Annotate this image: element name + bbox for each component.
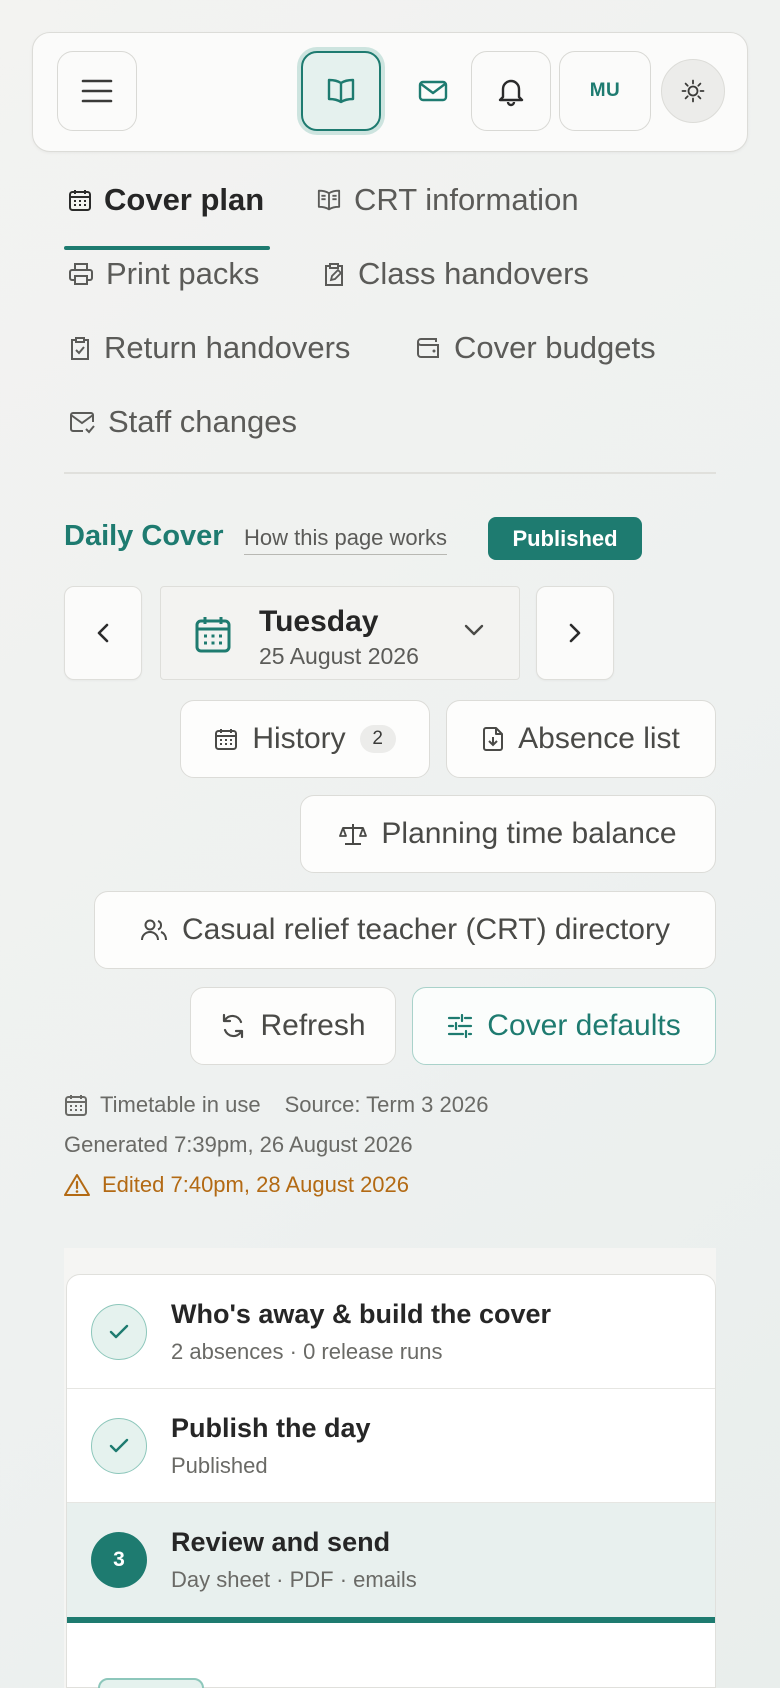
scale-icon: [339, 824, 368, 845]
tab-label: Cover plan: [104, 182, 265, 217]
warning-icon: [64, 1174, 90, 1196]
wallet-icon: [417, 338, 439, 358]
planning-time-balance-button[interactable]: Planning time balance: [300, 795, 716, 873]
timetable-label: Timetable in use: [100, 1092, 261, 1117]
step-number: 3: [91, 1532, 147, 1588]
file-download-icon: [483, 727, 504, 751]
bell-icon: [498, 79, 524, 107]
menu-icon: [81, 79, 113, 103]
edited-timestamp: Edited 7:40pm, 28 August 2026: [102, 1172, 410, 1197]
selected-day: Tuesday: [259, 605, 379, 638]
sliders-icon: [448, 1014, 473, 1038]
history-label: History: [252, 722, 346, 755]
step-title: Publish the day: [171, 1413, 371, 1443]
tab-label: Print packs: [106, 256, 260, 291]
notifications-button[interactable]: [471, 51, 551, 131]
calendar-icon: [195, 617, 231, 653]
planning-time-balance-label: Planning time balance: [381, 817, 677, 850]
tab-crt-information[interactable]: CRT information: [316, 170, 579, 230]
check-icon: [109, 1438, 129, 1453]
page-title: Daily Cover: [64, 520, 224, 552]
step-build-cover[interactable]: Who's away & build the cover 2 absences …: [67, 1275, 715, 1389]
check-icon: [109, 1324, 129, 1339]
tab-return-handovers[interactable]: Return handovers: [68, 318, 350, 378]
step-title: Who's away & build the cover: [171, 1299, 551, 1329]
step-subtitle: Day sheet · PDF · emails: [171, 1567, 417, 1592]
tabs-divider: [64, 472, 716, 474]
timetable-source: Source: Term 3 2026: [284, 1092, 489, 1117]
chevron-left-icon: [97, 623, 109, 643]
clipboard-edit-icon: [325, 263, 343, 286]
calendar-icon: [69, 190, 91, 211]
history-button[interactable]: History 2: [180, 700, 430, 778]
top-bar: MU: [32, 32, 748, 152]
refresh-label: Refresh: [260, 1009, 366, 1042]
edited-warning: Edited 7:40pm, 28 August 2026: [64, 1172, 409, 1198]
cover-module-button[interactable]: [301, 51, 381, 131]
tab-print-packs[interactable]: Print packs: [68, 244, 259, 304]
tab-label: Cover budgets: [454, 330, 656, 365]
generated-timestamp: Generated 7:39pm, 26 August 2026: [64, 1132, 413, 1157]
selected-date: 25 August 2026: [259, 643, 419, 669]
absence-list-button[interactable]: Absence list: [446, 700, 716, 778]
cover-defaults-label: Cover defaults: [487, 1009, 681, 1042]
next-badge: NEXT: [98, 1678, 204, 1688]
tab-cover-budgets[interactable]: Cover budgets: [416, 318, 656, 378]
mail-button[interactable]: [393, 51, 473, 131]
book-icon: [317, 189, 341, 211]
step-subtitle: 2 absences · 0 release runs: [171, 1339, 443, 1364]
tab-label: Staff changes: [108, 404, 298, 439]
mail-icon: [418, 80, 448, 102]
step-complete-indicator: [91, 1418, 147, 1474]
next-day-button[interactable]: [536, 586, 614, 680]
refresh-button[interactable]: Refresh: [190, 987, 396, 1065]
book-icon: [327, 78, 355, 104]
sun-icon: [681, 79, 705, 103]
step-review-send[interactable]: 3 Review and send Day sheet · PDF · emai…: [67, 1503, 715, 1623]
step-subtitle: Published: [171, 1453, 268, 1478]
date-picker[interactable]: Tuesday 25 August 2026: [160, 586, 520, 680]
calendar-icon: [215, 729, 238, 750]
menu-button[interactable]: [57, 51, 137, 131]
tab-label: Return handovers: [104, 330, 351, 365]
tab-class-handovers[interactable]: Class handovers: [322, 244, 589, 304]
user-menu-button[interactable]: MU: [559, 51, 651, 131]
clipboard-check-icon: [71, 337, 89, 360]
step-publish-day[interactable]: Publish the day Published: [67, 1389, 715, 1503]
printer-icon: [69, 263, 93, 285]
step-complete-indicator: [91, 1304, 147, 1360]
refresh-icon: [223, 1013, 244, 1039]
how-this-page-works-link[interactable]: How this page works: [244, 525, 447, 555]
mail-check-icon: [70, 412, 95, 434]
step-title: Review and send: [171, 1527, 391, 1557]
tab-cover-plan[interactable]: Cover plan: [68, 170, 264, 230]
calendar-icon: [65, 1095, 87, 1116]
timetable-info: Timetable in use Source: Term 3 2026: [64, 1092, 488, 1118]
cover-defaults-button[interactable]: Cover defaults: [412, 987, 716, 1065]
chevron-right-icon: [569, 623, 581, 643]
crt-directory-button[interactable]: Casual relief teacher (CRT) directory: [94, 891, 716, 969]
tab-label: CRT information: [354, 182, 579, 217]
crt-directory-label: Casual relief teacher (CRT) directory: [182, 913, 670, 946]
previous-day-button[interactable]: [64, 586, 142, 680]
workflow-steps: Who's away & build the cover 2 absences …: [66, 1274, 716, 1688]
theme-toggle[interactable]: [661, 59, 725, 123]
tab-staff-changes[interactable]: Staff changes: [68, 392, 297, 452]
absence-list-label: Absence list: [518, 722, 680, 755]
status-badge: Published: [488, 517, 642, 560]
users-icon: [141, 919, 168, 941]
chevron-down-icon: [464, 624, 484, 636]
history-count-badge: 2: [359, 725, 396, 753]
tab-label: Class handovers: [358, 256, 589, 291]
